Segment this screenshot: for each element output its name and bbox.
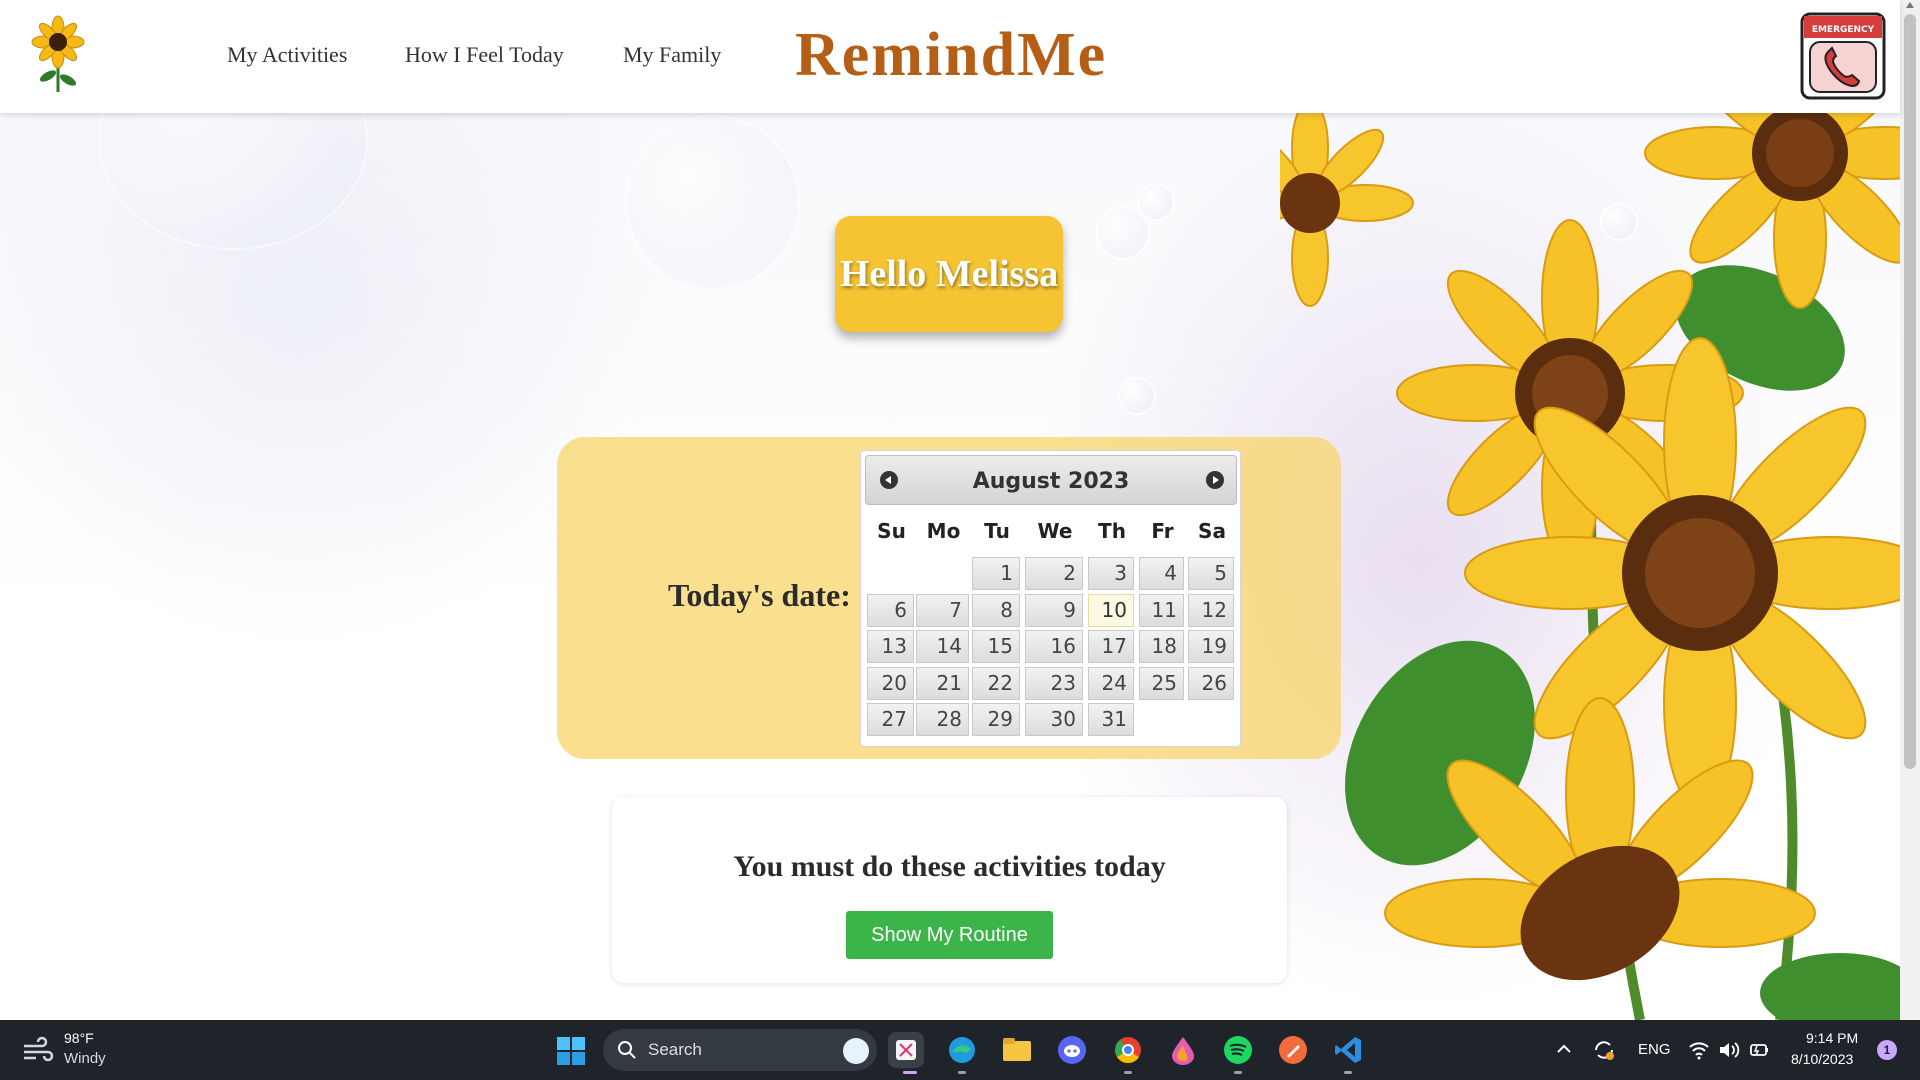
bing-icon[interactable] [843, 1038, 869, 1064]
calendar-header: August 2023 [865, 455, 1237, 505]
top-navigation: My Activities How I Feel Today My Family… [0, 0, 1900, 113]
nav-how-i-feel-today[interactable]: How I Feel Today [405, 42, 564, 68]
discord-icon[interactable] [1054, 1032, 1090, 1068]
calendar-day[interactable]: 14 [916, 630, 969, 663]
scroll-up-icon[interactable] [1906, 2, 1914, 8]
calendar-day[interactable]: 9 [1025, 593, 1083, 627]
weekday-header: Su [877, 519, 906, 543]
weekday-header: Mo [926, 519, 961, 543]
calendar-day[interactable]: 17 [1088, 630, 1134, 663]
spotify-icon[interactable] [1220, 1032, 1256, 1068]
calendar-day[interactable]: 1 [972, 557, 1020, 590]
emergency-call-icon[interactable]: EMERGENCY [1800, 12, 1886, 100]
battery-icon[interactable] [1748, 1040, 1770, 1060]
calendar-day[interactable]: 27 [867, 703, 914, 736]
weekday-header: Th [1098, 519, 1126, 543]
notification-badge[interactable]: 1 [1877, 1040, 1897, 1060]
taskbar-search-box[interactable]: Search [603, 1029, 877, 1071]
brave-pen-icon[interactable] [1275, 1032, 1311, 1068]
wind-weather-icon[interactable] [22, 1036, 54, 1064]
brand-title: RemindMe [795, 21, 1108, 89]
calendar-day[interactable]: 22 [972, 666, 1020, 700]
search-placeholder: Search [648, 1040, 702, 1059]
calendar-day[interactable]: 23 [1025, 666, 1083, 700]
weather-temperature[interactable]: 98°F [64, 1030, 94, 1046]
calendar-day[interactable]: 8 [972, 593, 1020, 627]
chevron-up-icon[interactable] [1556, 1042, 1572, 1056]
edge-icon[interactable] [944, 1032, 980, 1068]
calendar-day[interactable]: 28 [916, 703, 969, 736]
activities-title: You must do these activities today [733, 850, 1166, 883]
calendar-day[interactable]: 24 [1088, 666, 1134, 700]
calendar-day[interactable]: 18 [1139, 630, 1184, 663]
clock-time[interactable]: 9:14 PM [1806, 1030, 1858, 1046]
scroll-thumb[interactable] [1904, 14, 1916, 769]
calendar-day[interactable]: 31 [1088, 703, 1134, 736]
todays-date-panel: Today's date: August 2023 Su Mo Tu We Th Fr Sa… [557, 437, 1341, 759]
nav-my-activities[interactable]: My Activities [227, 42, 347, 68]
decorative-bubble [1137, 183, 1175, 221]
calendar-day[interactable]: 21 [916, 666, 969, 700]
sunflower-illustration [1280, 113, 1900, 1020]
decorative-bubble [1118, 377, 1156, 415]
sunflower-logo-icon[interactable] [28, 14, 88, 94]
calendar-day-today[interactable]: 10 [1088, 593, 1134, 627]
wifi-icon[interactable] [1688, 1040, 1710, 1060]
calendar-day[interactable]: 12 [1188, 593, 1234, 627]
calendar-day[interactable]: 11 [1139, 593, 1184, 627]
calendar-day[interactable]: 29 [972, 703, 1020, 736]
file-explorer-icon[interactable] [999, 1032, 1035, 1068]
calendar-day[interactable]: 5 [1188, 557, 1234, 590]
calendar-day[interactable]: 30 [1025, 703, 1083, 736]
calendar-day[interactable]: 4 [1139, 557, 1184, 590]
calendar-day[interactable]: 15 [972, 630, 1020, 663]
calendar-day[interactable]: 26 [1188, 666, 1234, 700]
date-picker-calendar: August 2023 Su Mo Tu We Th Fr Sa 1 2 3 4 5 6 7 8 9 10 11 1… [860, 450, 1241, 747]
calendar-day[interactable]: 7 [916, 593, 969, 627]
app-indicator [1234, 1071, 1242, 1074]
active-app-indicator [903, 1071, 917, 1074]
vscode-icon[interactable] [1330, 1032, 1366, 1068]
language-indicator[interactable]: ENG [1638, 1041, 1671, 1058]
calendar-month-year: August 2023 [972, 469, 1130, 494]
next-month-icon[interactable] [1206, 471, 1224, 489]
snipping-tool-icon[interactable] [888, 1032, 924, 1068]
app-indicator [1344, 1071, 1352, 1074]
weekday-header: We [1037, 519, 1073, 543]
app-indicator [1124, 1071, 1132, 1074]
emergency-label: EMERGENCY [1812, 25, 1875, 35]
calendar-day[interactable]: 19 [1188, 630, 1234, 663]
page-scrollbar[interactable] [1900, 0, 1920, 1020]
show-my-routine-button[interactable]: Show My Routine [846, 911, 1053, 959]
decorative-bubble [625, 115, 800, 290]
activities-card: You must do these activities today Show … [612, 797, 1287, 983]
weekday-header: Fr [1151, 519, 1174, 543]
paint-drop-icon[interactable] [1165, 1032, 1201, 1068]
greeting-banner: Hello Melissa [835, 216, 1063, 332]
weather-condition[interactable]: Windy [64, 1050, 106, 1067]
weekday-header: Tu [984, 519, 1010, 543]
chrome-icon[interactable] [1110, 1032, 1146, 1068]
app-indicator [958, 1071, 966, 1074]
todays-date-label: Today's date: [668, 577, 851, 613]
volume-icon[interactable] [1718, 1040, 1740, 1060]
calendar-day[interactable]: 20 [867, 666, 914, 700]
windows-taskbar: 98°F Windy Search ENG 9:14 PM 8/10/2023 … [0, 1020, 1920, 1080]
calendar-day[interactable]: 3 [1088, 557, 1134, 590]
weekday-header: Sa [1198, 519, 1226, 543]
search-icon [618, 1041, 636, 1059]
calendar-day[interactable]: 2 [1025, 557, 1083, 590]
nav-my-family[interactable]: My Family [623, 42, 721, 68]
sync-icon[interactable] [1592, 1038, 1616, 1062]
clock-date[interactable]: 8/10/2023 [1791, 1051, 1853, 1067]
calendar-day[interactable]: 16 [1025, 630, 1083, 663]
windows-start-icon[interactable] [556, 1036, 586, 1066]
calendar-day[interactable]: 25 [1139, 666, 1184, 700]
calendar-day[interactable]: 6 [867, 593, 914, 627]
sunflower-small [1280, 113, 1414, 307]
calendar-day[interactable]: 13 [867, 630, 914, 663]
